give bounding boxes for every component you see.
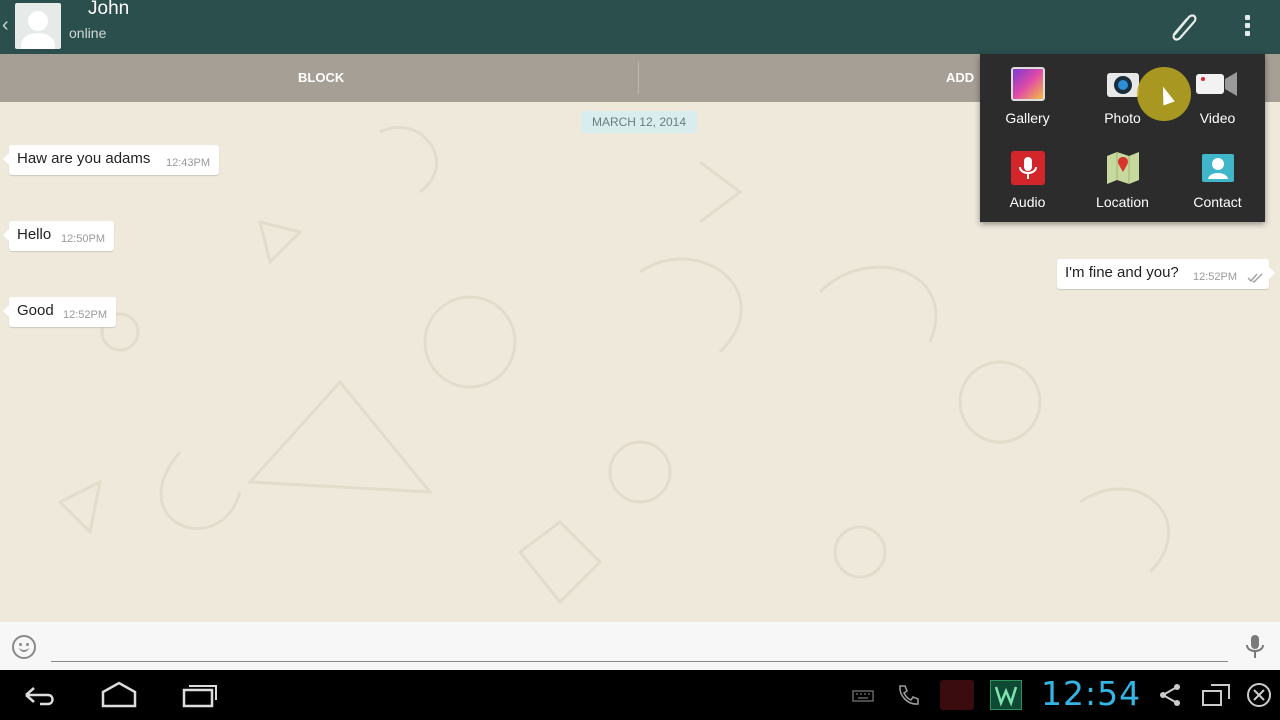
message-text: I'm fine and you?: [1065, 264, 1179, 281]
emoji-icon[interactable]: [12, 635, 36, 659]
overflow-menu-icon[interactable]: [1237, 12, 1257, 42]
message-out[interactable]: I'm fine and you? 12:52PM: [1057, 259, 1275, 289]
microphone-icon: [1011, 151, 1045, 185]
paperclip-icon: [1172, 14, 1197, 41]
back-chevron-icon[interactable]: ‹: [2, 14, 9, 37]
app-shortcut-icon[interactable]: [940, 680, 974, 710]
message-time: 12:52PM: [63, 309, 108, 321]
message-in[interactable]: Good 12:52PM: [3, 297, 116, 327]
map-icon: [1107, 152, 1139, 184]
system-clock: 12:54: [1041, 674, 1142, 713]
back-icon[interactable]: [22, 680, 58, 710]
avatar-body: [21, 33, 55, 49]
share-icon[interactable]: [1157, 682, 1183, 708]
message-text: Good: [17, 302, 54, 319]
microphone-icon[interactable]: [1244, 634, 1266, 660]
bubble-tail: [3, 305, 9, 317]
message-time: 12:52PM: [1193, 271, 1238, 283]
home-icon[interactable]: [100, 680, 138, 710]
w-logo-icon: [994, 686, 1018, 707]
attach-button[interactable]: [1165, 8, 1201, 44]
bubble-tail: [3, 229, 9, 241]
contact-card-icon: [1202, 154, 1234, 182]
contact-name[interactable]: John: [88, 0, 129, 20]
avatar[interactable]: [15, 3, 61, 49]
camera-icon: [1107, 73, 1139, 97]
message-in[interactable]: Hello 12:50PM: [3, 221, 114, 251]
app-shortcut-icon[interactable]: [990, 680, 1022, 710]
window-resize-icon[interactable]: [1201, 682, 1231, 708]
block-button[interactable]: BLOCK: [298, 54, 344, 102]
system-nav-bar: 12:54: [0, 670, 1280, 720]
video-camera-icon: [1196, 72, 1237, 96]
attach-label: Contact: [1193, 194, 1242, 210]
attach-label: Video: [1199, 110, 1236, 126]
add-button[interactable]: ADD: [946, 54, 974, 102]
double-check-icon: [1247, 273, 1263, 283]
attach-gallery[interactable]: Gallery: [980, 54, 1075, 138]
action-divider: [638, 62, 639, 94]
attach-location[interactable]: Location: [1075, 138, 1170, 222]
message-text: Hello: [17, 226, 52, 243]
message-text: Haw are you adams: [17, 150, 151, 167]
recent-apps-icon[interactable]: [181, 680, 219, 710]
message-input[interactable]: [51, 632, 1228, 662]
attachment-menu: Gallery Photo Video Audio Location Conta…: [980, 54, 1265, 222]
attach-label: Audio: [1009, 194, 1046, 210]
attach-contact[interactable]: Contact: [1170, 138, 1265, 222]
date-badge: MARCH 12, 2014: [581, 111, 697, 133]
composer-bar: [0, 622, 1280, 670]
close-circle-icon[interactable]: [1246, 682, 1272, 708]
bubble-tail: [3, 153, 9, 165]
avatar-head: [28, 11, 48, 31]
gallery-icon: [1011, 67, 1045, 101]
message-in[interactable]: Haw are you adams 12:43PM: [3, 145, 219, 175]
message-time: 12:43PM: [166, 157, 211, 169]
attach-label: Gallery: [1005, 110, 1050, 126]
keyboard-icon[interactable]: [850, 682, 876, 708]
bubble-tail: [1269, 267, 1275, 279]
attach-audio[interactable]: Audio: [980, 138, 1075, 222]
attach-label: Location: [1096, 194, 1149, 210]
message-time: 12:50PM: [61, 233, 106, 245]
phone-icon[interactable]: [895, 682, 921, 708]
contact-status: online: [69, 25, 107, 41]
chat-header: ‹ John online: [0, 0, 1280, 54]
